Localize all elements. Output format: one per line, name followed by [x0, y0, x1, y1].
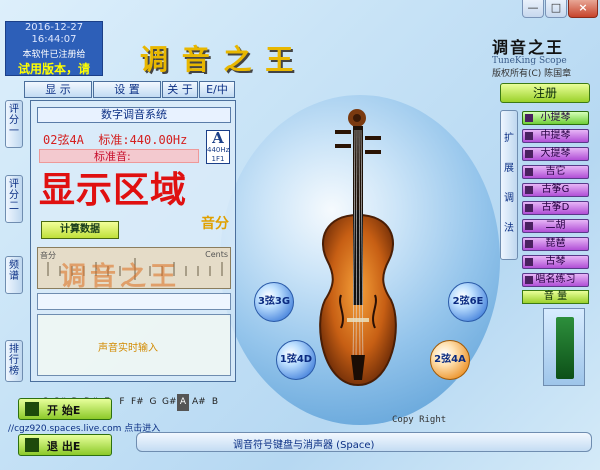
guzheng-icon — [525, 204, 533, 212]
instrument-label: 中提琴 — [540, 130, 571, 141]
instrument-label: 大提琴 — [540, 148, 571, 159]
registered-text: 本软件已注册给 — [22, 50, 86, 60]
logo-name: 调音之王 — [492, 38, 565, 57]
start-button[interactable]: 开 始E — [18, 398, 112, 420]
instrument-guzheng-g[interactable]: 古筝G — [522, 183, 589, 197]
instrument-label: 古筝D — [541, 202, 570, 213]
exit-button[interactable]: 退 出E — [18, 434, 112, 456]
violin-icon — [525, 114, 533, 122]
note-b[interactable]: B — [209, 394, 221, 411]
start-label: 开 始E — [47, 404, 81, 417]
tuning-meter: 音分 Cents 调音之王 — [37, 247, 231, 289]
status-text: 调音符号键盘与消声器 (Space) — [233, 440, 375, 451]
note-a-sharp[interactable]: A# — [192, 394, 206, 411]
register-button[interactable]: 注册 — [500, 83, 590, 103]
side-tab-score2[interactable]: 评分二 — [5, 175, 23, 223]
instrument-label: 吉它 — [545, 166, 566, 177]
tab-display[interactable]: 显 示 — [24, 81, 92, 98]
exit-icon — [25, 438, 39, 452]
instrument-pipa[interactable]: 琵琶 — [522, 237, 589, 251]
instrument-guitar[interactable]: 吉它 — [522, 165, 589, 179]
calc-button[interactable]: 计算数据 — [41, 221, 119, 239]
note-f-sharp[interactable]: F# — [131, 394, 144, 411]
minimize-button[interactable]: — — [522, 0, 544, 18]
cents-label: 音分 — [201, 216, 229, 232]
volume-meter — [543, 308, 585, 386]
instrument-cello[interactable]: 大提琴 — [522, 147, 589, 161]
extension-label: 扩展调法 — [504, 133, 514, 234]
string-info: 02弦4A 标准:440.00Hz — [43, 133, 188, 147]
side-tab-score1[interactable]: 评分一 — [5, 100, 23, 148]
instrument-label: 唱名练习 — [535, 274, 576, 285]
note-a-hz: 440Hz — [207, 146, 230, 154]
string-button-3g[interactable]: 3弦3G — [254, 282, 294, 322]
instrument-label: 二胡 — [545, 220, 566, 231]
time-text: 16:44:07 — [31, 34, 77, 45]
tab-settings[interactable]: 设 置 — [93, 81, 161, 98]
info-box: 2016-12-27 16:44:07 本软件已注册给 试用版本，请 — [5, 21, 103, 76]
side-tab-spectrum[interactable]: 频谱 — [5, 256, 23, 294]
app-title: 调 音 之 王 — [140, 43, 296, 76]
tab-about[interactable]: 关 于 — [162, 81, 198, 98]
sound-input-box: 声音实时输入 — [37, 314, 231, 376]
link-text[interactable]: //cgz920.spaces.live.com 点击进入 — [8, 421, 160, 434]
play-icon — [25, 402, 39, 416]
instrument-label: 琵琶 — [545, 238, 566, 249]
logo-subtitle: TuneKing Scope — [492, 56, 567, 66]
note-a-sub: 1F1 — [211, 155, 225, 163]
note-f[interactable]: F — [116, 394, 128, 411]
string-button-4a[interactable]: 2弦4A — [430, 340, 470, 380]
guitar-icon — [525, 168, 533, 176]
side-tab-ranking[interactable]: 排行榜 — [5, 340, 23, 382]
meter-overlay-text: 调音之王 — [60, 262, 181, 289]
pipa-icon — [525, 240, 533, 248]
instrument-guqin[interactable]: 古琴 — [522, 255, 589, 269]
instrument-label: 古筝G — [541, 184, 570, 195]
solfege-icon — [525, 276, 533, 284]
display-area: 显示区域 — [39, 169, 188, 211]
guzheng-icon — [525, 186, 533, 194]
cello-icon — [525, 150, 533, 158]
violin-image — [305, 100, 435, 400]
viola-icon — [525, 132, 533, 140]
note-a-letter: A — [212, 129, 224, 147]
tab-language[interactable]: E/中 — [199, 81, 235, 98]
note-selector — [37, 293, 231, 310]
trial-text: 试用版本，请 — [17, 62, 90, 76]
instrument-label: 古琴 — [545, 256, 566, 267]
erhu-icon — [525, 222, 533, 230]
panel-title: 数字调音系统 — [37, 107, 231, 123]
exit-label: 退 出E — [47, 440, 81, 453]
main-panel: 数字调音系统 02弦4A 标准:440.00Hz A 440Hz 1F1 标准音… — [30, 100, 236, 411]
volume-button[interactable]: 音 量 — [522, 290, 589, 304]
standard-note-field: 标准音: — [39, 149, 199, 163]
instrument-violin[interactable]: 小提琴 — [522, 111, 589, 125]
logo-copyright: 版权所有(C) 陈国章 — [492, 69, 572, 79]
guqin-icon — [525, 258, 533, 266]
note-g[interactable]: G — [147, 394, 159, 411]
string-button-4d[interactable]: 1弦4D — [276, 340, 316, 380]
maximize-button[interactable]: □ — [545, 0, 567, 18]
instrument-label: 小提琴 — [540, 112, 571, 123]
string-button-6e[interactable]: 2弦6E — [448, 282, 488, 322]
close-button[interactable]: × — [568, 0, 598, 18]
copyright-text: Copy Right — [392, 415, 447, 425]
date-text: 2016-12-27 — [24, 22, 84, 33]
note-a[interactable]: A — [177, 394, 189, 411]
sound-input-label: 声音实时输入 — [98, 343, 158, 354]
standard-note-label: 标准音: — [94, 150, 131, 163]
instrument-viola[interactable]: 中提琴 — [522, 129, 589, 143]
note-g-sharp[interactable]: G# — [162, 394, 177, 411]
note-a-badge: A 440Hz 1F1 — [206, 130, 230, 164]
instrument-solfege[interactable]: 唱名练习 — [522, 273, 589, 287]
logo: 调音之王 TuneKing Scope 版权所有(C) 陈国章 — [492, 34, 596, 80]
instrument-erhu[interactable]: 二胡 — [522, 219, 589, 233]
instrument-guzheng-d[interactable]: 古筝D — [522, 201, 589, 215]
status-bar: 调音符号键盘与消声器 (Space) — [136, 432, 592, 452]
